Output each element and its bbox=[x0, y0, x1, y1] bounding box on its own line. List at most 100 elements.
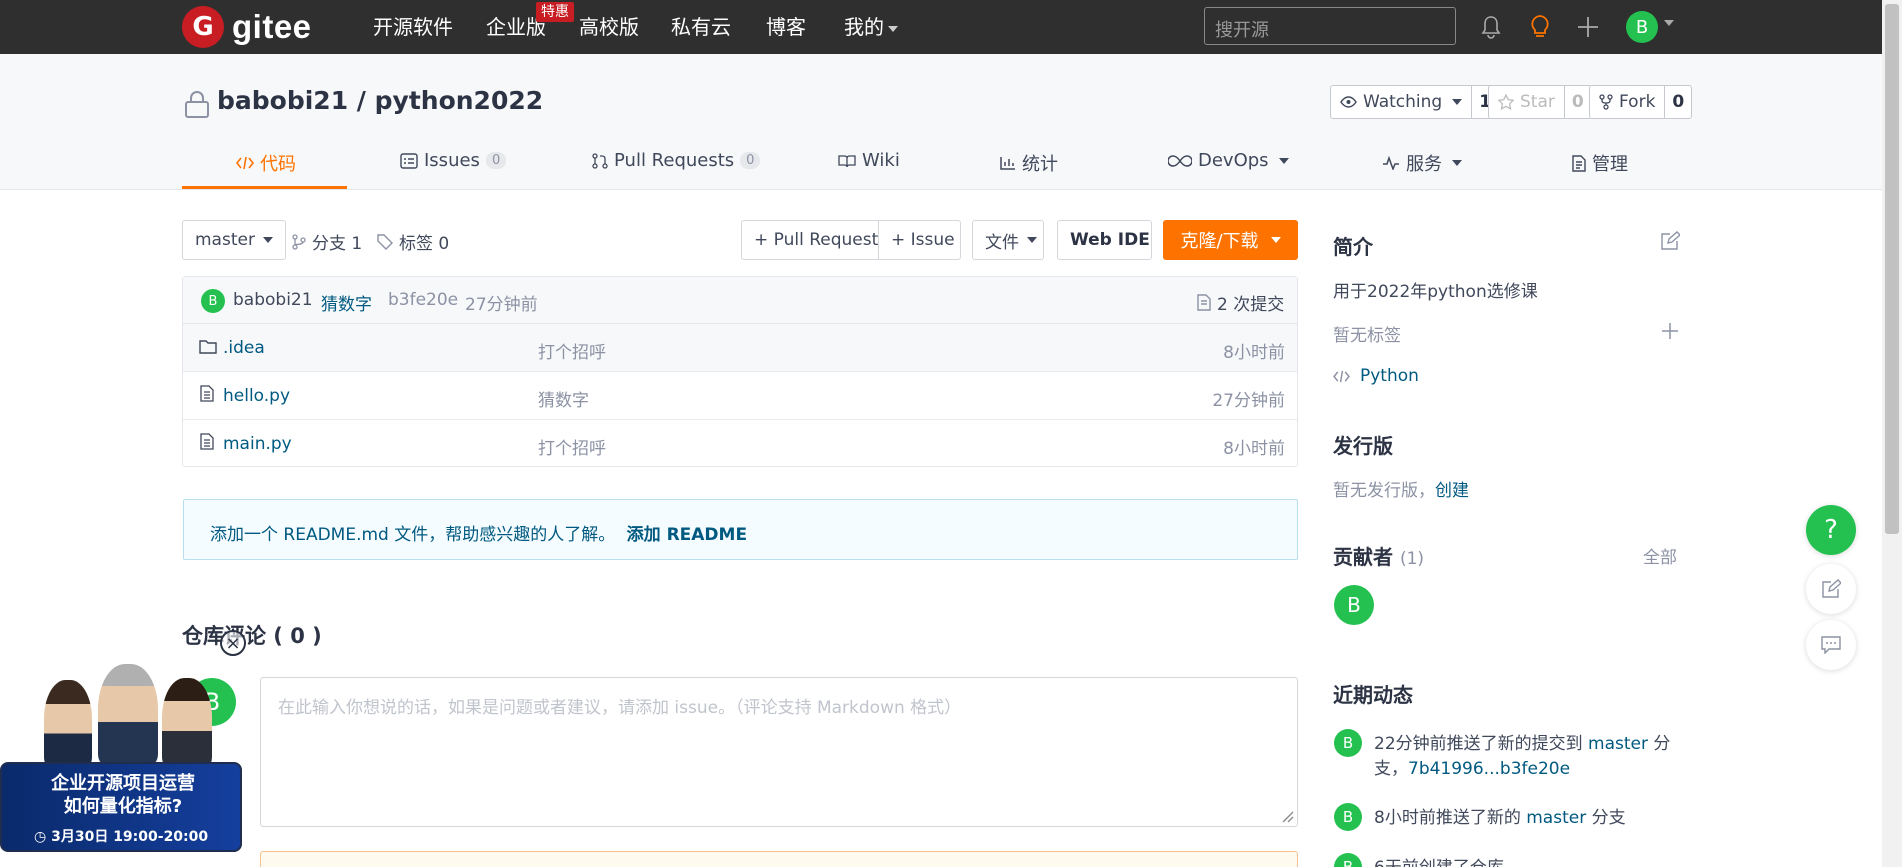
tab-code[interactable]: 代码 bbox=[236, 150, 296, 176]
commit-list-icon bbox=[1197, 294, 1211, 311]
activity-branch-link[interactable]: master bbox=[1588, 734, 1648, 754]
tab-manage[interactable]: 管理 bbox=[1572, 150, 1628, 176]
file-name[interactable]: main.py bbox=[223, 434, 292, 454]
all-contributors-link[interactable]: 全部 bbox=[1643, 543, 1677, 568]
edit-icon bbox=[1822, 579, 1841, 598]
pull-request-icon bbox=[592, 152, 608, 169]
feedback-button[interactable] bbox=[1806, 564, 1856, 614]
contributor-avatar[interactable]: B bbox=[1334, 585, 1374, 625]
new-issue-button[interactable]: + Issue bbox=[878, 220, 961, 260]
language-label: Python bbox=[1360, 366, 1419, 386]
star-count[interactable]: 0 bbox=[1563, 86, 1591, 118]
plus-icon[interactable] bbox=[1571, 10, 1605, 44]
nav-open-source[interactable]: 开源软件 bbox=[373, 12, 453, 42]
add-tag-icon[interactable] bbox=[1661, 322, 1679, 340]
fork-button[interactable]: Fork 0 bbox=[1589, 85, 1693, 119]
watch-label-wrap: Watching bbox=[1331, 86, 1471, 118]
tab-devops-label: DevOps bbox=[1198, 150, 1269, 171]
commit-author-avatar[interactable]: B bbox=[201, 289, 225, 313]
file-menu-label: 文件 bbox=[985, 232, 1019, 253]
ad-date-text: 3月30日 19:00-20:00 bbox=[51, 829, 209, 845]
nav-education[interactable]: 高校版 bbox=[579, 12, 639, 42]
fork-count[interactable]: 0 bbox=[1664, 86, 1691, 118]
file-row[interactable]: hello.py 猜数字 27分钟前 bbox=[183, 372, 1297, 420]
new-pull-request-button[interactable]: + Pull Request bbox=[741, 220, 879, 260]
file-row[interactable]: .idea 打个招呼 8小时前 bbox=[183, 324, 1297, 372]
tab-services[interactable]: 服务 bbox=[1382, 150, 1462, 176]
scrollbar-thumb[interactable] bbox=[1885, 4, 1899, 534]
activity-text: 22分钟前推送了新的提交到 bbox=[1374, 734, 1589, 754]
comment-textarea[interactable]: 在此输入你想说的话，如果是问题或者建议，请添加 issue。（评论支持 Mark… bbox=[260, 677, 1298, 827]
star-label-wrap: Star bbox=[1489, 86, 1564, 118]
tab-devops[interactable]: DevOps bbox=[1168, 150, 1289, 171]
repo-title: babobi21 / python2022 bbox=[217, 86, 543, 115]
resize-handle-icon[interactable] bbox=[1280, 809, 1294, 823]
tab-stats[interactable]: 统计 bbox=[1000, 150, 1058, 176]
star-button[interactable]: Star 0 bbox=[1488, 85, 1592, 119]
tab-pull-requests[interactable]: Pull Requests 0 bbox=[592, 150, 761, 171]
pulse-icon bbox=[1383, 156, 1399, 170]
watch-button[interactable]: Watching 1 bbox=[1330, 85, 1500, 119]
ad-person-image bbox=[44, 680, 92, 766]
repo-owner-link[interactable]: babobi21 bbox=[217, 86, 348, 115]
ad-banner[interactable]: 企业开源项目运营 如何量化指标? ◷ 3月30日 19:00-20:00 bbox=[0, 762, 242, 852]
commit-hash[interactable]: b3fe20e bbox=[388, 290, 458, 310]
file-commit-message[interactable]: 打个招呼 bbox=[538, 338, 606, 363]
add-readme-link[interactable]: 添加 README bbox=[627, 525, 747, 545]
file-menu-button[interactable]: 文件 bbox=[972, 220, 1044, 260]
star-icon bbox=[1498, 94, 1514, 110]
activity-avatar[interactable]: B bbox=[1334, 803, 1362, 831]
commit-time: 27分钟前 bbox=[465, 295, 538, 315]
user-avatar[interactable]: B bbox=[1626, 11, 1658, 43]
chat-icon bbox=[1821, 636, 1841, 654]
bulb-icon[interactable] bbox=[1523, 10, 1557, 44]
activity-commit-range-link[interactable]: 7b41996...b3fe20e bbox=[1408, 759, 1570, 779]
activity-avatar[interactable]: B bbox=[1334, 853, 1362, 867]
chevron-down-icon[interactable] bbox=[1664, 20, 1674, 26]
chevron-down-icon bbox=[1452, 160, 1462, 166]
tab-stats-label: 统计 bbox=[1022, 154, 1058, 175]
language-tag[interactable]: Python bbox=[1333, 366, 1419, 386]
tab-wiki[interactable]: Wiki bbox=[838, 150, 900, 171]
promo-ad[interactable]: 企业开源项目运营 如何量化指标? ◷ 3月30日 19:00-20:00 bbox=[0, 660, 244, 852]
file-commit-message[interactable]: 猜数字 bbox=[538, 386, 589, 411]
bell-icon[interactable] bbox=[1474, 10, 1508, 44]
clone-download-button[interactable]: 克隆/下载 bbox=[1163, 220, 1298, 260]
nav-mine[interactable]: 我的 bbox=[844, 12, 898, 42]
ad-person-image bbox=[162, 678, 212, 766]
nav-blog[interactable]: 博客 bbox=[766, 12, 806, 42]
search-input[interactable]: 搜开源 bbox=[1204, 7, 1456, 45]
file-icon bbox=[200, 433, 214, 450]
create-release-link[interactable]: 创建 bbox=[1435, 481, 1469, 501]
ad-date: ◷ 3月30日 19:00-20:00 bbox=[34, 829, 209, 845]
activity-branch-link[interactable]: master bbox=[1526, 808, 1586, 828]
chat-button[interactable] bbox=[1806, 620, 1856, 670]
repo-name-link[interactable]: python2022 bbox=[375, 86, 544, 115]
tags-link[interactable]: 标签 0 bbox=[377, 229, 449, 254]
comments-title: 仓库评论 ( 0 ) bbox=[182, 624, 322, 648]
help-button[interactable]: ? bbox=[1806, 505, 1856, 555]
gitee-logo[interactable]: G gitee bbox=[182, 5, 312, 49]
readme-notice: 添加一个 README.md 文件，帮助感兴趣的人了解。 添加 README bbox=[183, 499, 1298, 560]
tab-issues[interactable]: Issues 0 bbox=[400, 150, 507, 171]
commit-count-link[interactable]: 2 次提交 bbox=[1197, 290, 1284, 315]
infinity-icon bbox=[1168, 154, 1192, 167]
chevron-down-icon bbox=[1452, 99, 1463, 105]
activity-item: 8小时前推送了新的 master 分支 bbox=[1374, 806, 1626, 831]
close-icon[interactable]: × bbox=[220, 630, 246, 656]
edit-icon[interactable] bbox=[1660, 231, 1680, 251]
file-icon bbox=[200, 385, 214, 402]
tab-issues-label: Issues bbox=[424, 150, 480, 171]
web-ide-button[interactable]: Web IDE bbox=[1057, 220, 1152, 260]
file-name[interactable]: hello.py bbox=[223, 386, 290, 406]
file-row[interactable]: main.py 打个招呼 8小时前 bbox=[183, 420, 1297, 468]
lock-icon bbox=[184, 90, 210, 123]
branches-link[interactable]: 分支 1 bbox=[292, 229, 362, 254]
nav-private-cloud[interactable]: 私有云 bbox=[671, 12, 731, 42]
commit-message[interactable]: 猜数字 bbox=[321, 290, 372, 315]
branch-select[interactable]: master bbox=[182, 220, 286, 260]
activity-avatar[interactable]: B bbox=[1334, 729, 1362, 757]
file-name[interactable]: .idea bbox=[223, 338, 265, 358]
file-commit-message[interactable]: 打个招呼 bbox=[538, 434, 606, 459]
commit-author[interactable]: babobi21 bbox=[233, 290, 313, 310]
